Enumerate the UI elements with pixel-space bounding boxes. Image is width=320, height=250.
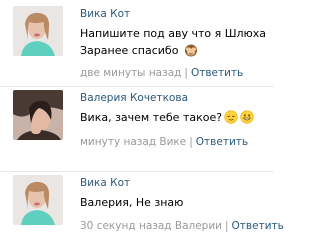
avatar[interactable] [13, 175, 63, 225]
comment-timestamp[interactable]: минуту назад Вике [80, 136, 186, 148]
avatar[interactable] [13, 90, 63, 140]
comment-timestamp[interactable]: две минуты назад [80, 67, 181, 79]
relieved-face-icon [224, 110, 238, 124]
monkey-see-no-evil-icon [184, 43, 198, 57]
reply-link[interactable]: Ответить [196, 136, 248, 148]
comment-text: Напишите под аву что я Шлюха Заранее спа… [80, 25, 272, 59]
meta-separator: | [189, 136, 193, 148]
author-name[interactable]: Валерия Кочеткова [80, 92, 188, 104]
comment-meta: 30 секунд назад Валерии | Ответить [80, 220, 284, 232]
comment-text-line: Заранее спасибо [80, 44, 179, 57]
comment-item: Вика Кот Валерия, Не знаю 30 секунд наза… [0, 175, 284, 245]
comment-item: Вика Кот Напишите под аву что я Шлюха За… [0, 6, 274, 79]
comment-text-line: Напишите под аву что я Шлюха [80, 27, 267, 40]
reply-link[interactable]: Ответить [191, 67, 243, 79]
meta-separator: | [184, 67, 188, 79]
avatar[interactable] [13, 6, 63, 56]
comment-item: Валерия Кочеткова Вика, зачем тебе такое… [0, 90, 274, 160]
author-name[interactable]: Вика Кот [80, 8, 130, 20]
author-name[interactable]: Вика Кот [80, 177, 130, 189]
comment-text-line: Вика, зачем тебе такое? [80, 111, 223, 124]
meta-separator: | [225, 220, 229, 232]
divider [0, 86, 274, 87]
comment-text-line: Валерия, Не знаю [80, 196, 184, 209]
grinning-face-icon [240, 110, 254, 124]
divider [0, 171, 274, 172]
comment-text: Валерия, Не знаю [80, 194, 272, 211]
comment-text: Вика, зачем тебе такое? [80, 109, 272, 126]
comment-timestamp[interactable]: 30 секунд назад Валерии [80, 220, 222, 232]
comment-meta: минуту назад Вике | Ответить [80, 136, 248, 148]
comment-meta: две минуты назад | Ответить [80, 67, 243, 79]
reply-link[interactable]: Ответить [232, 220, 284, 232]
